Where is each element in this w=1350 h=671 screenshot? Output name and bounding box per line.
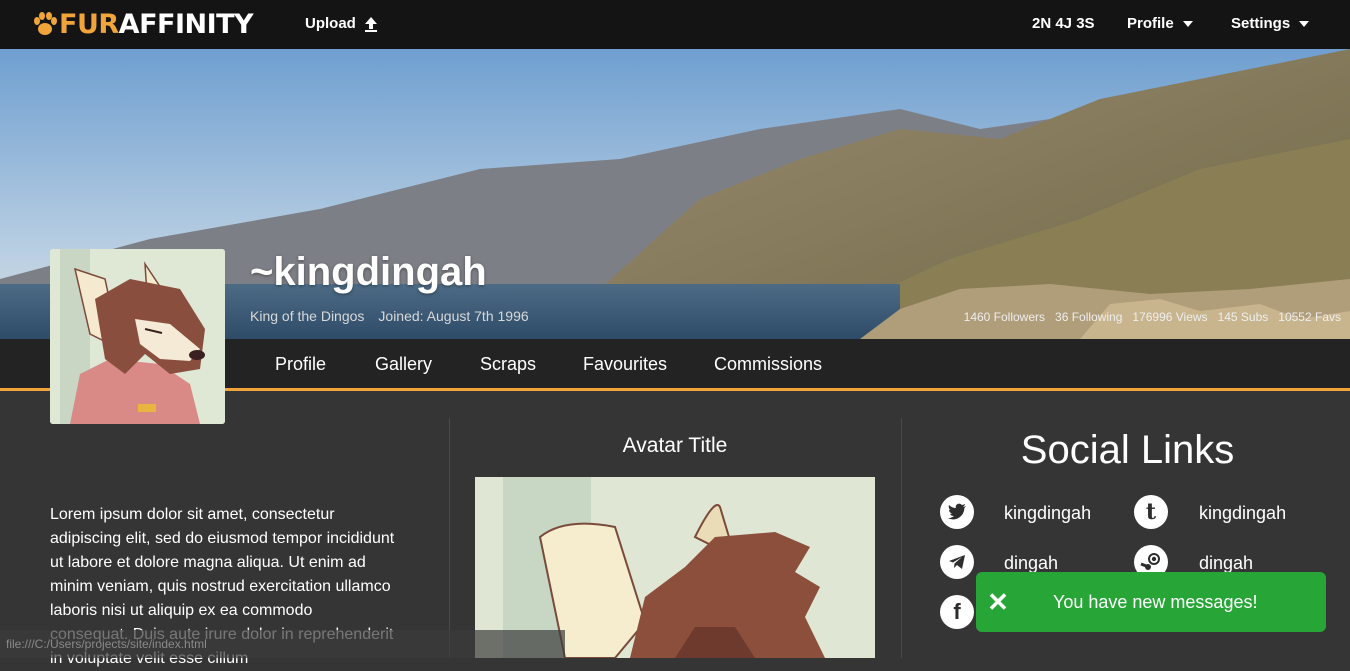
telegram-handle[interactable]: dingah <box>1004 553 1058 574</box>
stat-favs: 10552 Favs <box>1278 310 1341 324</box>
steam-handle[interactable]: dingah <box>1199 553 1253 574</box>
new-messages-toast[interactable]: ✕ You have new messages! <box>976 572 1326 632</box>
profile-subline: King of the Dingos Joined: August 7th 19… <box>250 308 529 324</box>
chevron-down-icon <box>1299 20 1310 27</box>
furaffinity-logo[interactable]: FUR AFFINITY <box>33 8 254 40</box>
tab-favourites[interactable]: Favourites <box>583 354 667 375</box>
logo-text-affinity: AFFINITY <box>118 8 254 40</box>
join-date: Joined: August 7th 1996 <box>378 308 529 324</box>
settings-menu-label: Settings <box>1231 15 1291 32</box>
close-icon[interactable]: ✕ <box>976 587 1020 618</box>
facebook-icon[interactable]: f <box>940 595 974 629</box>
tab-profile[interactable]: Profile <box>275 354 326 375</box>
logo-text-fur: FUR <box>59 8 119 40</box>
tumblr-handle[interactable]: kingdingah <box>1199 503 1286 524</box>
stat-subs: 145 Subs <box>1217 310 1269 324</box>
upload-label: Upload <box>305 15 356 32</box>
upload-arrow-icon <box>364 16 377 32</box>
chevron-down-icon <box>1182 20 1193 27</box>
profile-menu[interactable]: Profile <box>1127 15 1194 32</box>
tab-gallery[interactable]: Gallery <box>375 354 432 375</box>
notifications-counter[interactable]: 2N 4J 3S <box>1032 15 1095 32</box>
avatar[interactable] <box>50 249 225 424</box>
profile-stats: 1460 Followers 36 Following 176996 Views… <box>964 310 1341 324</box>
toast-message: You have new messages! <box>1053 591 1258 612</box>
tab-scraps[interactable]: Scraps <box>480 354 536 375</box>
top-navigation-bar: FUR AFFINITY Upload 2N 4J 3S Profile Sett… <box>0 0 1350 49</box>
browser-status-bar: file:///C:/Users/projects/site/index.htm… <box>0 630 565 658</box>
column-divider <box>901 418 902 658</box>
user-title: King of the Dingos <box>250 308 365 324</box>
profile-menu-label: Profile <box>1127 15 1174 32</box>
paw-icon <box>34 12 57 35</box>
avatar-title: Avatar Title <box>622 434 728 457</box>
upload-button[interactable]: Upload <box>305 15 378 32</box>
twitter-handle[interactable]: kingdingah <box>1004 503 1091 524</box>
avatar-dingo-image <box>50 249 225 424</box>
column-divider <box>449 418 450 658</box>
twitter-icon[interactable] <box>940 495 974 529</box>
telegram-icon[interactable] <box>940 545 974 579</box>
social-links-title: Social Links <box>1020 428 1235 472</box>
profile-username: ~kingdingah <box>250 250 487 294</box>
tumblr-icon[interactable]: t <box>1134 495 1168 529</box>
stat-following[interactable]: 36 Following <box>1055 310 1122 324</box>
notifications-label: 2N 4J 3S <box>1032 15 1095 32</box>
stat-followers[interactable]: 1460 Followers <box>964 310 1045 324</box>
tab-commissions[interactable]: Commissions <box>714 354 822 375</box>
stat-views: 176996 Views <box>1132 310 1208 324</box>
settings-menu[interactable]: Settings <box>1231 15 1310 32</box>
